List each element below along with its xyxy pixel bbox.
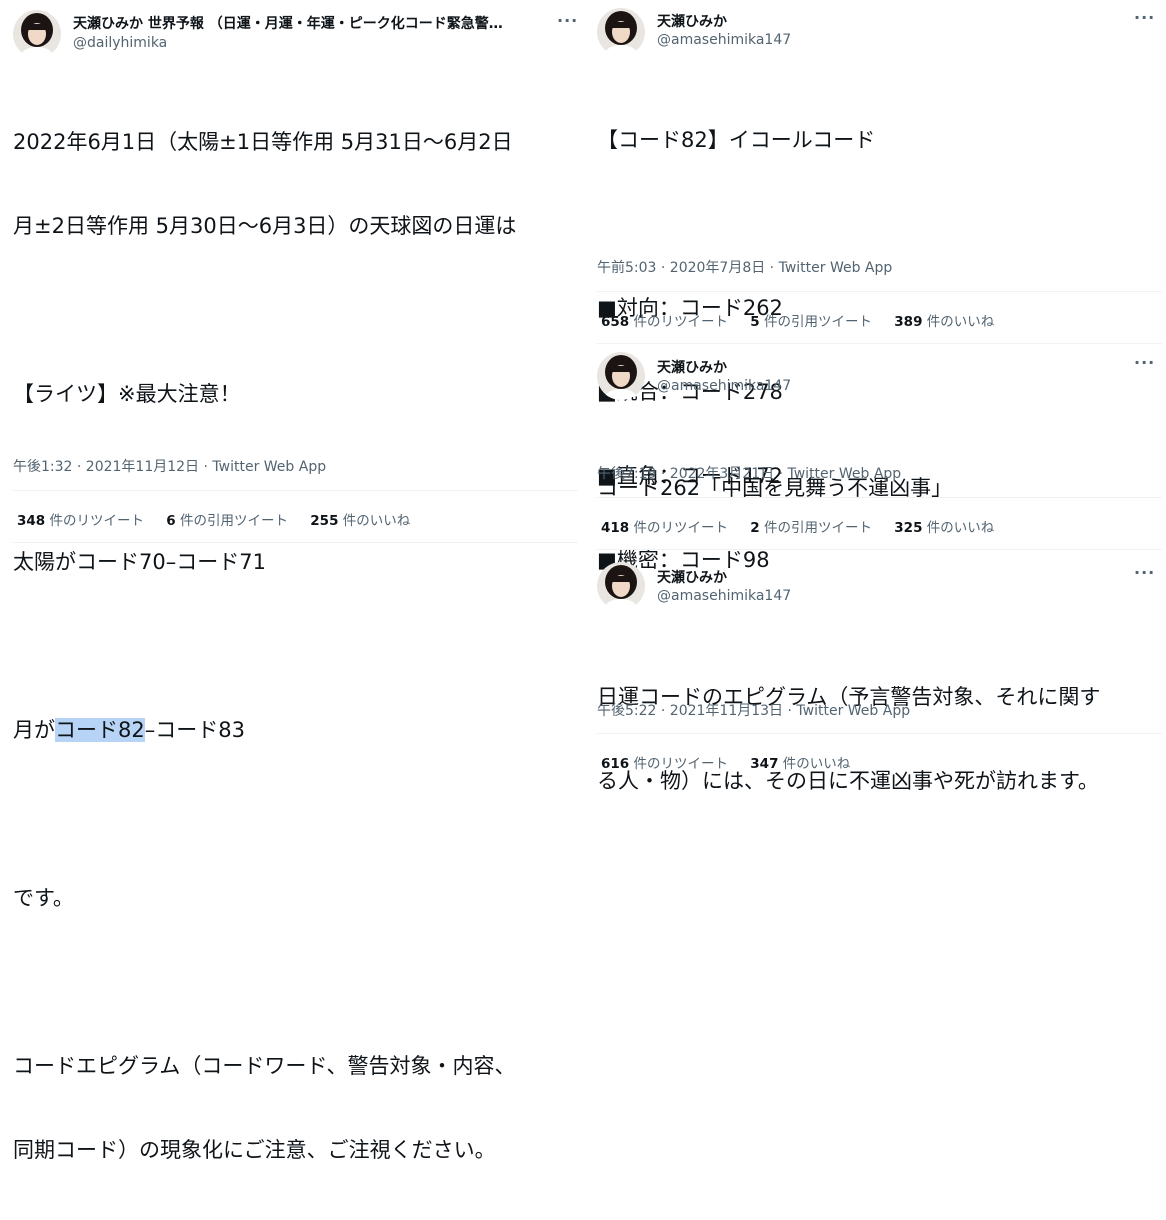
quote-count[interactable]: 2 件の引用ツイート <box>750 520 872 536</box>
engagement-stats: 418 件のリツイート 2 件の引用ツイート 325 件のいいね <box>601 516 1012 536</box>
engagement-stats: 616 件のリツイート 347 件のいいね <box>601 752 868 772</box>
engagement-stats: 348 件のリツイート 6 件の引用ツイート 255 件のいいね <box>17 509 428 529</box>
tweet-text: 日運コードのエピグラム（予言警告対象、それに関す る人・物）には、その日に不運凶… <box>597 627 1100 851</box>
text-line <box>13 800 516 828</box>
author-handle[interactable]: @amasehimika147 <box>657 378 791 394</box>
quote-count[interactable]: 5 件の引用ツイート <box>750 314 872 330</box>
text-line: 太陽がコード70–コード71 <box>13 550 266 574</box>
moon-line: 月がコード82–コード83 <box>13 716 516 744</box>
more-options-icon[interactable]: ··· <box>1134 8 1155 27</box>
more-options-icon[interactable]: ··· <box>1134 563 1155 582</box>
divider <box>597 497 1162 498</box>
like-count[interactable]: 347 件のいいね <box>750 756 850 772</box>
moon-prefix: 月が <box>13 718 55 742</box>
text-line <box>13 296 516 324</box>
more-options-icon[interactable]: ··· <box>557 11 578 30</box>
tweet-text: 2022年6月1日（太陽±1日等作用 5月31日〜6月2日 月±2日等作用 5月… <box>13 72 516 1220</box>
more-options-icon[interactable]: ··· <box>1134 353 1155 372</box>
author-handle[interactable]: @amasehimika147 <box>657 32 791 48</box>
text-line: 【ライツ】※最大注意！ <box>13 382 241 406</box>
avatar[interactable] <box>597 352 645 400</box>
like-count[interactable]: 325 件のいいね <box>894 520 994 536</box>
like-count[interactable]: 389 件のいいね <box>894 314 994 330</box>
retweet-count[interactable]: 658 件のリツイート <box>601 314 728 330</box>
text-line <box>13 632 516 660</box>
divider <box>13 542 578 543</box>
divider <box>13 490 578 491</box>
author-name[interactable]: 天瀬ひみか <box>657 567 727 587</box>
text-line: 【コード82】イコールコード <box>597 128 876 152</box>
author-handle[interactable]: @dailyhimika <box>73 35 167 51</box>
divider <box>597 733 1162 734</box>
avatar[interactable] <box>13 10 61 58</box>
retweet-count[interactable]: 616 件のリツイート <box>601 756 728 772</box>
tweet-right-3[interactable]: 天瀬ひみか @amasehimika147 ··· 日運コードのエピグラム（予言… <box>590 555 1166 793</box>
author-handle[interactable]: @amasehimika147 <box>657 588 791 604</box>
tweet-text: コード262「中国を見舞う不運凶事」 <box>597 418 952 558</box>
text-line <box>13 968 516 996</box>
tweet-timestamp[interactable]: 午後7:19 · 2022年3月21日 · Twitter Web App <box>597 463 901 483</box>
tweet-timestamp[interactable]: 午後1:32 · 2021年11月12日 · Twitter Web App <box>13 456 326 476</box>
divider <box>597 549 1162 550</box>
tweet-left[interactable]: 天瀬ひみか 世界予報 （日運・月運・年運・ピーク化コード緊急警… @dailyh… <box>0 0 590 1162</box>
text-line <box>597 210 875 238</box>
retweet-count[interactable]: 348 件のリツイート <box>17 513 144 529</box>
tweet-timestamp[interactable]: 午後5:22 · 2021年11月13日 · Twitter Web App <box>597 700 910 720</box>
moon-suffix: –コード83 <box>144 718 245 742</box>
quote-count[interactable]: 6 件の引用ツイート <box>166 513 288 529</box>
divider <box>597 343 1162 344</box>
like-count[interactable]: 255 件のいいね <box>310 513 410 529</box>
engagement-stats: 658 件のリツイート 5 件の引用ツイート 389 件のいいね <box>601 310 1012 330</box>
highlighted-code: コード82 <box>55 718 145 742</box>
author-name[interactable]: 天瀬ひみか <box>657 11 727 31</box>
author-name[interactable]: 天瀬ひみか 世界予報 （日運・月運・年運・ピーク化コード緊急警… <box>73 13 538 33</box>
text-line: 同期コード）の現象化にご注意、ご注視ください。 <box>13 1138 496 1162</box>
text-line: 月±2日等作用 5月30日〜6月3日）の天球図の日運は <box>13 214 517 238</box>
text-line: コードエピグラム（コードワード、警告対象・内容、 <box>13 1054 516 1078</box>
author-name[interactable]: 天瀬ひみか <box>657 357 727 377</box>
retweet-count[interactable]: 418 件のリツイート <box>601 520 728 536</box>
text-line: 2022年6月1日（太陽±1日等作用 5月31日〜6月2日 <box>13 130 513 154</box>
avatar[interactable] <box>597 8 645 56</box>
tweet-right-1[interactable]: 天瀬ひみか @amasehimika147 ··· 【コード82】イコールコード… <box>590 0 1166 572</box>
avatar[interactable] <box>597 562 645 610</box>
divider <box>597 291 1162 292</box>
text-line: です。 <box>13 886 74 910</box>
tweet-right-2[interactable]: 天瀬ひみか @amasehimika147 ··· コード262「中国を見舞う不… <box>590 345 1166 555</box>
tweet-timestamp[interactable]: 午前5:03 · 2020年7月8日 · Twitter Web App <box>597 257 892 277</box>
